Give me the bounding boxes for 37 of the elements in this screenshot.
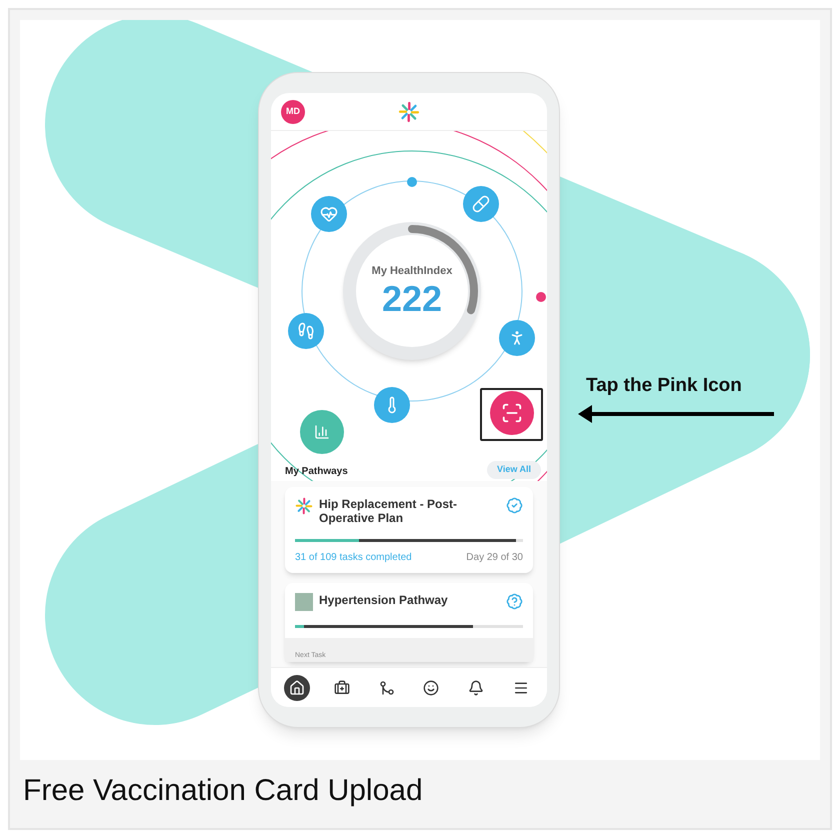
orbit-button[interactable] [374,387,410,423]
medical-kit-icon [334,680,350,696]
photo-placeholder [295,593,313,611]
flower-logo-icon [398,100,420,122]
orbit-button[interactable] [499,320,535,356]
flower-logo-icon [295,497,313,515]
card-title: Hip Replacement - Post-Operative Plan [319,497,458,525]
pathway-card[interactable]: Hip Replacement - Post-Operative Plan 31 of 109 tasks completed Day 29 of 30 [285,487,533,573]
caption: Free Vaccination Card Upload [22,773,424,809]
check-badge-icon [506,497,523,514]
health-index-label: My HealthIndex [372,264,452,279]
health-index-value: 222 [382,279,442,320]
section-title: My Pathways [285,465,348,479]
avatar[interactable]: MD [281,100,305,124]
tasks-completed-text: 31 of 109 tasks completed [295,551,412,565]
stats-button[interactable] [300,410,344,454]
heart-icon [320,205,338,223]
scan-button[interactable] [490,391,534,435]
bar-chart-icon [314,424,330,440]
callout-text: Tap the Pink Icon [586,374,742,398]
highlight-outline [480,388,543,441]
orbit-button[interactable] [463,186,499,222]
day-count-text: Day 29 of 30 [466,551,523,565]
bell-icon [468,680,484,696]
face-icon [423,680,440,696]
arrow-icon [576,404,776,424]
question-badge-icon [506,593,523,610]
pill-icon [472,195,490,213]
orbit-button[interactable] [311,196,347,232]
card-title: Hypertension Pathway [319,593,449,607]
home-icon [289,680,306,696]
orbit-button[interactable] [288,313,324,349]
shoe-icon [297,322,315,340]
menu-icon [512,680,529,696]
branch-icon [378,680,395,696]
nav-tab[interactable] [284,674,310,700]
scan-icon [501,402,523,424]
